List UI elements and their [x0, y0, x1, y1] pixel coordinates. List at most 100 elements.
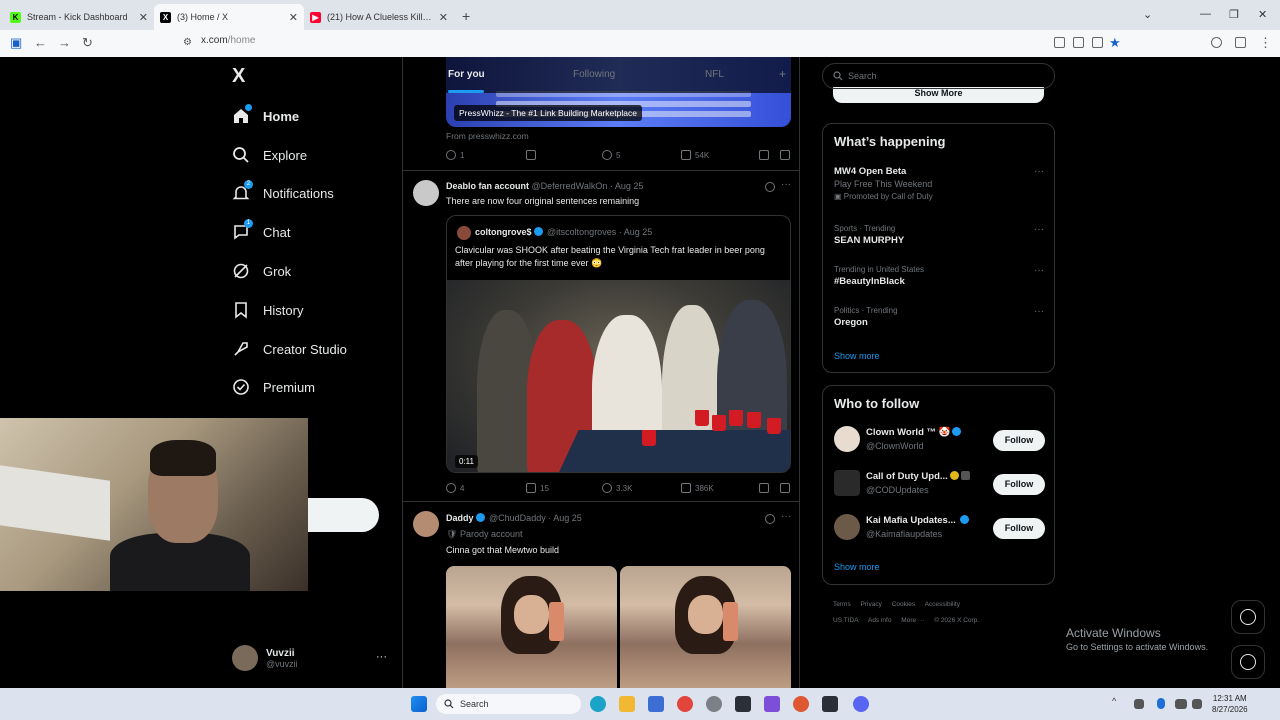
nav-grok[interactable]: Grok	[232, 259, 291, 283]
app-icon[interactable]	[735, 696, 751, 712]
search-input[interactable]: Search	[822, 63, 1055, 89]
url-field[interactable]: x.com/home	[201, 35, 255, 46]
edge-icon[interactable]	[590, 696, 606, 712]
views-button[interactable]: 386K	[681, 483, 714, 493]
bookmark-button[interactable]	[759, 150, 773, 160]
reply-button[interactable]: 1	[446, 150, 464, 160]
follow-suggestion[interactable]: Kai Mafia Updates... @Kaimafiaupdates Fo…	[834, 512, 1045, 544]
grok-icon[interactable]	[765, 182, 775, 192]
download-icon[interactable]	[1092, 37, 1103, 48]
tab-list-chevron-icon[interactable]: ⌄	[1143, 8, 1152, 21]
like-button[interactable]: 5	[602, 150, 620, 160]
bookmark-button[interactable]	[759, 483, 773, 493]
extensions-icon[interactable]	[1235, 37, 1246, 48]
more-icon[interactable]: ···	[1034, 306, 1044, 317]
tab-nfl[interactable]: NFL	[705, 69, 724, 80]
follow-button[interactable]: Follow	[993, 518, 1045, 539]
sidebar-toggle-icon[interactable]: ▣	[10, 35, 22, 51]
trend-item[interactable]: MW4 Open Beta Play Free This Weekend ▣ P…	[834, 166, 1044, 201]
browser-icon[interactable]	[677, 696, 693, 712]
footer-link[interactable]: Cookies	[892, 601, 915, 608]
footer-link[interactable]: US TIDA	[833, 617, 859, 624]
profile-icon[interactable]	[1211, 37, 1222, 48]
discord-icon[interactable]	[853, 696, 869, 712]
nav-explore[interactable]: Explore	[232, 143, 307, 167]
footer-link[interactable]: Accessibility	[925, 601, 960, 608]
tweet-image[interactable]	[620, 566, 791, 688]
network-icon[interactable]	[1175, 699, 1187, 709]
grok-fab-button[interactable]	[1231, 600, 1265, 634]
duckduckgo-icon[interactable]	[793, 696, 809, 712]
favorite-star-icon[interactable]: ★	[1109, 35, 1121, 51]
taskbar-clock[interactable]: 12:31 AM 8/27/2026	[1212, 693, 1248, 715]
vpn-icon[interactable]	[764, 696, 780, 712]
tweet-date[interactable]: · Aug 25	[548, 513, 582, 523]
tray-chevron-icon[interactable]: ^	[1112, 696, 1122, 712]
follow-button[interactable]: Follow	[993, 474, 1045, 495]
footer-link[interactable]: Terms	[833, 601, 851, 608]
tab-for-you[interactable]: For you	[448, 69, 485, 80]
author-name[interactable]: Daddy	[446, 513, 474, 523]
new-tab-button[interactable]: +	[462, 8, 470, 24]
reader-icon[interactable]	[1054, 37, 1065, 48]
quote-tweet[interactable]: coltongrove$ @itscoltongroves · Aug 25 C…	[446, 215, 791, 473]
avatar[interactable]	[413, 511, 439, 537]
back-button[interactable]: ←	[34, 35, 47, 50]
nav-creator-studio[interactable]: Creator Studio	[232, 337, 347, 361]
store-icon[interactable]	[648, 696, 664, 712]
windows-start-icon[interactable]	[411, 696, 427, 712]
reply-button[interactable]: 4	[446, 483, 464, 493]
follow-button[interactable]: Follow	[993, 430, 1045, 451]
more-icon[interactable]: ···	[781, 511, 791, 522]
more-icon[interactable]: ···	[781, 179, 791, 190]
trend-item[interactable]: Politics · Trending Oregon ···	[834, 306, 1044, 328]
trend-item[interactable]: Trending in United States #BeautyInBlack…	[834, 265, 1044, 287]
views-button[interactable]: 54K	[681, 150, 709, 160]
like-button[interactable]: 3.3K	[602, 483, 632, 493]
tab-following[interactable]: Following	[573, 69, 615, 80]
share-button[interactable]	[780, 483, 794, 493]
trends-show-more-link[interactable]: Show more	[834, 351, 880, 361]
close-icon[interactable]: ✕	[139, 11, 148, 24]
volume-icon[interactable]	[1192, 699, 1202, 709]
nav-history[interactable]: History	[232, 298, 303, 322]
reload-button[interactable]: ↻	[82, 35, 93, 51]
footer-link[interactable]: More ···	[901, 617, 924, 624]
follow-suggestion[interactable]: Call of Duty Upd... @CODUpdates Follow	[834, 468, 1045, 500]
close-icon[interactable]: ✕	[289, 11, 298, 24]
taskbar-search[interactable]: Search	[436, 694, 581, 714]
author-name[interactable]: Deablo fan account	[446, 181, 529, 191]
grok-icon[interactable]	[765, 514, 775, 524]
author-handle[interactable]: @ChudDaddy	[489, 513, 546, 523]
author-handle[interactable]: @DeferredWalkOn	[532, 181, 608, 191]
close-icon[interactable]: ✕	[439, 11, 448, 24]
follow-suggestion[interactable]: Clown World ™ 🤡 @ClownWorld Follow	[834, 424, 1045, 456]
settings-icon[interactable]	[706, 696, 722, 712]
more-icon[interactable]: ···	[1034, 224, 1044, 235]
messages-fab-button[interactable]	[1231, 645, 1265, 679]
site-info-icon[interactable]: ⚙	[183, 37, 192, 48]
footer-link[interactable]: Ads info	[868, 617, 892, 624]
nav-home[interactable]: Home	[232, 104, 299, 128]
show-more-button[interactable]: Show More	[833, 87, 1044, 103]
menu-icon[interactable]: ⋮	[1259, 35, 1272, 51]
more-icon[interactable]: ···	[1034, 166, 1044, 177]
footer-link[interactable]: Privacy	[861, 601, 882, 608]
add-tab-button[interactable]: +	[779, 67, 786, 81]
repost-button[interactable]	[526, 150, 540, 160]
app-icon[interactable]	[822, 696, 838, 712]
maximize-button[interactable]: ❐	[1229, 8, 1239, 21]
file-explorer-icon[interactable]	[619, 696, 635, 712]
microphone-icon[interactable]	[1157, 698, 1165, 709]
tweet-date[interactable]: · Aug 25	[610, 181, 644, 191]
tray-app-icon[interactable]	[1134, 699, 1144, 709]
tab-youtube[interactable]: ▶ (21) How A Clueless Killer Nearl ✕	[304, 4, 454, 30]
close-window-button[interactable]: ✕	[1258, 8, 1267, 21]
more-icon[interactable]: ···	[376, 651, 387, 663]
nav-chat[interactable]: 1 Chat	[232, 219, 290, 244]
tab-x-home[interactable]: X (3) Home / X ✕	[154, 4, 304, 30]
follow-show-more-link[interactable]: Show more	[834, 562, 880, 572]
account-switcher[interactable]: Vuvzii @vuvzii	[232, 645, 298, 671]
screenshot-icon[interactable]	[1073, 37, 1084, 48]
minimize-button[interactable]: —	[1200, 8, 1211, 20]
